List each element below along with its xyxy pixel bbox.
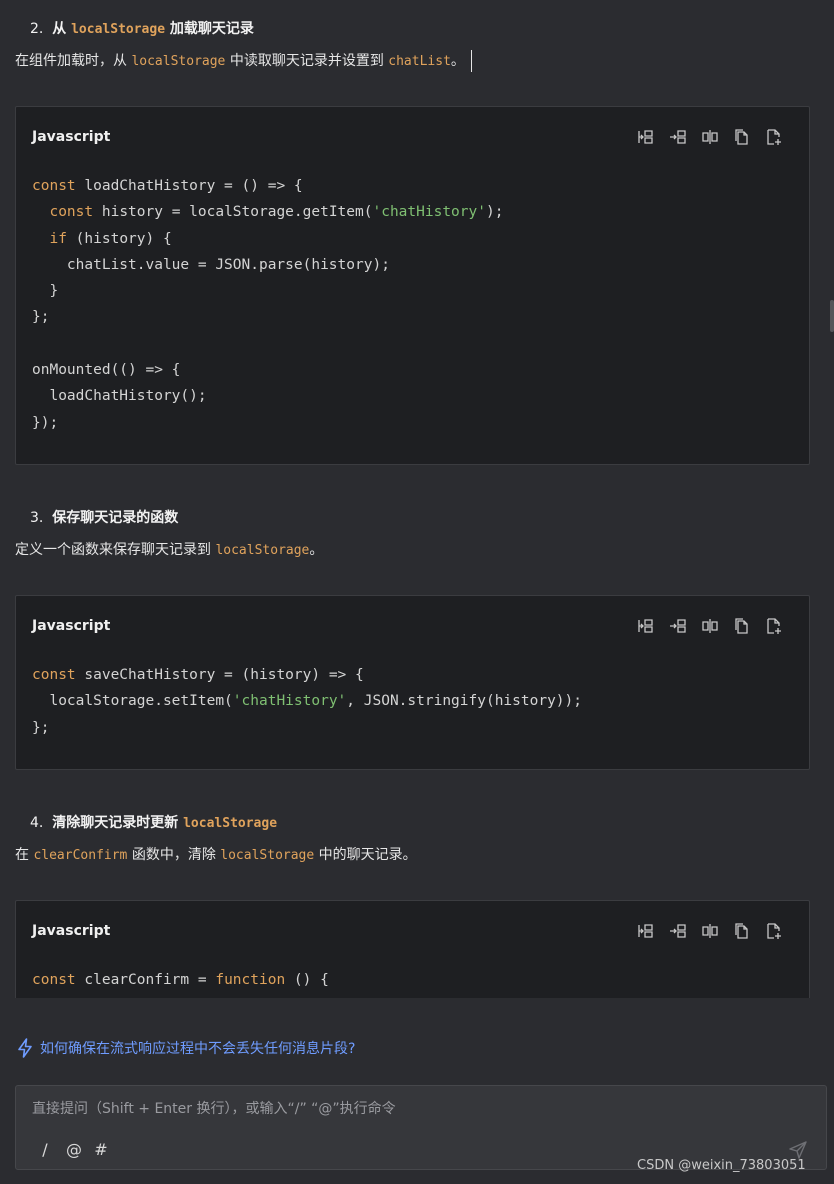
paragraph-text: 在 [15,847,34,863]
code-content: const saveChatHistory = (history) => { l… [16,658,809,759]
code-content: const loadChatHistory = () => { const hi… [16,169,809,454]
hashtag-button[interactable]: # [94,1140,108,1159]
paragraph-text: 中读取聊天记录并设置到 [225,53,389,69]
code-text: localStorage.setItem( [32,693,233,710]
code-toolbar [635,615,785,637]
code-block: Javascript const loadChatHistory = () =>… [15,106,810,465]
inline-code: localStorage [220,848,315,863]
code-line: onMounted(() => { [32,357,793,383]
input-tools: / @ # [38,1140,108,1159]
split-icon[interactable] [699,920,721,942]
insert-left-icon[interactable] [635,126,657,148]
section-heading: 3. 保存聊天记录的函数 [30,510,179,526]
send-icon[interactable] [788,1140,808,1160]
copy-icon[interactable] [731,615,753,637]
code-text: (history) { [66,230,172,247]
new-file-icon[interactable] [763,615,785,637]
paragraph-text: 在组件加载时，从 [15,53,132,69]
paragraph-text: 定义一个函数来保存聊天记录到 [15,542,216,558]
slash-command-button[interactable]: / [38,1140,52,1159]
code-string: 'chatHistory' [232,693,347,710]
code-block: Javascript const saveChatHistory = (hist… [15,595,810,770]
new-file-icon[interactable] [763,126,785,148]
code-text: loadChatHistory(); [32,388,207,405]
section-description: 在 clearConfirm 函数中，清除 localStorage 中的聊天记… [15,844,417,864]
code-line: const saveChatHistory = (history) => { [32,662,793,688]
code-language: Javascript [32,618,111,634]
code-string: 'chatHistory' [372,204,486,221]
inline-code: clearConfirm [33,848,128,863]
watermark: CSDN @weixin_73803051 [637,1158,806,1173]
insert-right-icon[interactable] [667,126,689,148]
code-text: chatList.value = JSON.parse(history); [32,256,390,273]
section-description: 在组件加载时，从 localStorage 中读取聊天记录并设置到 chatLi… [15,50,472,72]
code-keyword: const [32,972,76,988]
code-text: }; [32,309,50,326]
suggested-question[interactable]: 如何确保在流式响应过程中不会丢失任何消息片段? [16,1038,355,1058]
scrollbar-thumb[interactable] [830,300,834,332]
code-line: const history = localStorage.getItem('ch… [32,199,793,225]
code-text: clearConfirm = [75,972,216,988]
code-line: }; [32,304,793,330]
code-text: } [32,283,59,300]
code-toolbar [635,126,785,148]
code-text: }); [32,414,59,431]
code-line: const clearConfirm = function () { [32,967,793,993]
suggested-question-text: 如何确保在流式响应过程中不会丢失任何消息片段? [40,1041,356,1057]
split-icon[interactable] [699,615,721,637]
code-language: Javascript [32,129,111,145]
inline-code: chatList [388,54,451,69]
code-text: onMounted(() => { [32,362,181,379]
code-keyword: if [49,230,67,247]
code-text: saveChatHistory = (history) => { [75,667,364,683]
code-text: ); [485,204,504,221]
code-content: const clearConfirm = function () { [16,963,809,998]
insert-right-icon[interactable] [667,615,689,637]
code-line: } [32,278,793,304]
section-heading: 4. 清除聊天记录时更新 localStorage [30,815,278,831]
code-text: history = localStorage.getItem( [93,204,373,221]
code-keyword: const [32,178,76,194]
new-file-icon[interactable] [763,920,785,942]
copy-icon[interactable] [731,920,753,942]
code-keyword: const [32,667,76,683]
code-block: Javascript const clearConfirm = function… [15,900,810,998]
code-text: () { [285,972,329,988]
code-text: loadChatHistory = () => { [75,178,303,194]
paragraph-text: 。 [450,53,465,69]
code-line: const loadChatHistory = () => { [32,173,793,199]
code-line: }); [32,410,793,436]
paragraph-text: 函数中，清除 [127,847,221,863]
insert-left-icon[interactable] [635,920,657,942]
paragraph-text: 中的聊天记录。 [314,847,417,863]
section-heading: 2. 从 localStorage 加载聊天记录 [30,21,254,37]
inline-code: localStorage [215,543,310,558]
code-language: Javascript [32,923,111,939]
split-icon[interactable] [699,126,721,148]
code-keyword: function [215,972,286,988]
text-cursor [470,50,472,72]
code-keyword: const [49,204,94,221]
section-description: 定义一个函数来保存聊天记录到 localStorage。 [15,539,323,559]
code-text: }; [32,719,50,736]
code-line: }; [32,715,793,741]
insert-left-icon[interactable] [635,615,657,637]
code-line: chatList.value = JSON.parse(history); [32,252,793,278]
mention-button[interactable]: @ [66,1140,82,1159]
copy-icon[interactable] [731,126,753,148]
insert-right-icon[interactable] [667,920,689,942]
paragraph-text: 。 [309,542,324,558]
code-line: loadChatHistory(); [32,383,793,409]
code-line: localStorage.setItem('chatHistory', JSON… [32,688,793,714]
inline-code: localStorage [131,54,226,69]
chat-input[interactable] [16,1086,826,1132]
code-line: if (history) { [32,226,793,252]
code-toolbar [635,920,785,942]
chat-content[interactable]: 2. 从 localStorage 加载聊天记录 在组件加载时，从 localS… [0,0,826,998]
code-text: , JSON.stringify(history)); [346,693,582,710]
lightning-icon [18,1038,32,1058]
